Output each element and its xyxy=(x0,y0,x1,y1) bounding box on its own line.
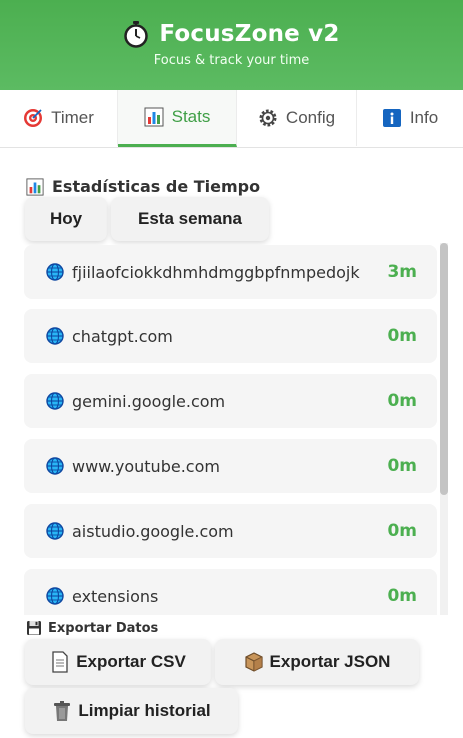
globe-icon xyxy=(46,392,64,410)
site-time: 3m xyxy=(387,262,417,282)
site-name: gemini.google.com xyxy=(72,391,226,411)
floppy-disk-icon xyxy=(27,621,41,635)
app-header: FocusZone v2 Focus & track your time xyxy=(0,0,463,90)
globe-icon xyxy=(46,457,64,475)
export-csv-button[interactable]: Exportar CSV xyxy=(25,639,211,685)
site-time: 0m xyxy=(387,521,417,541)
list-item: www.youtube.com 0m xyxy=(24,439,437,493)
list-item: chatgpt.com 0m xyxy=(24,309,437,363)
list-item: aistudio.google.com 0m xyxy=(24,504,437,558)
tab-timer-label: Timer xyxy=(51,108,94,127)
site-name: aistudio.google.com xyxy=(72,521,234,541)
document-icon xyxy=(52,651,68,673)
list-item: gemini.google.com 0m xyxy=(24,374,437,428)
tab-bar: Timer Stats Config Info xyxy=(0,90,463,148)
range-today-button[interactable]: Hoy xyxy=(25,197,107,241)
bar-chart-icon xyxy=(144,107,164,127)
site-time: 0m xyxy=(387,456,417,476)
stats-section-title: Estadísticas de Tiempo xyxy=(26,177,260,196)
list-item: fjiilaofciokkdhmhdmggbpfnmpedojk 3m xyxy=(24,245,437,299)
package-icon xyxy=(244,652,263,672)
site-name: extensions xyxy=(72,586,159,606)
tab-timer[interactable]: Timer xyxy=(0,90,118,146)
tab-stats[interactable]: Stats xyxy=(118,90,237,147)
tab-info[interactable]: Info xyxy=(357,90,463,146)
list-item: extensions 0m xyxy=(24,569,437,615)
trash-icon xyxy=(54,701,71,721)
info-icon xyxy=(382,109,401,127)
clear-history-label: Limpiar historial xyxy=(78,701,211,720)
app-subtitle: Focus & track your time xyxy=(153,53,310,68)
gear-icon xyxy=(259,109,277,127)
export-csv-label: Exportar CSV xyxy=(76,652,186,671)
export-json-label: Exportar JSON xyxy=(269,652,391,671)
stats-title-text: Estadísticas de Tiempo xyxy=(52,177,261,196)
range-week-label: Esta semana xyxy=(138,209,242,228)
target-icon xyxy=(24,109,43,127)
site-name: chatgpt.com xyxy=(72,326,173,346)
site-time: 0m xyxy=(387,391,417,411)
scrollbar-thumb[interactable] xyxy=(440,243,448,495)
globe-icon xyxy=(46,263,64,281)
list-scrollbar[interactable] xyxy=(440,243,448,615)
stopwatch-icon xyxy=(124,21,149,48)
globe-icon xyxy=(46,587,64,605)
range-week-button[interactable]: Esta semana xyxy=(111,197,269,241)
range-today-label: Hoy xyxy=(49,209,83,228)
export-json-button[interactable]: Exportar JSON xyxy=(215,639,419,685)
globe-icon xyxy=(46,522,64,540)
site-name: www.youtube.com xyxy=(72,456,220,476)
app-title: FocusZone v2 xyxy=(159,21,340,47)
tab-config-label: Config xyxy=(285,108,336,127)
export-section-title: Exportar Datos xyxy=(26,620,158,636)
site-name: fjiilaofciokkdhmhdmggbpfnmpedojk xyxy=(72,262,360,282)
site-time: 0m xyxy=(387,326,417,346)
tab-info-label: Info xyxy=(409,108,439,127)
site-time: 0m xyxy=(387,586,417,606)
clear-history-button[interactable]: Limpiar historial xyxy=(25,688,238,734)
export-title-text: Exportar Datos xyxy=(48,620,159,636)
tab-config[interactable]: Config xyxy=(237,90,357,146)
header-title-row: FocusZone v2 xyxy=(0,20,463,48)
tab-stats-label: Stats xyxy=(171,107,211,126)
globe-icon xyxy=(46,327,64,345)
site-time-list[interactable]: fjiilaofciokkdhmhdmggbpfnmpedojk 3m chat… xyxy=(24,243,449,615)
bar-chart-icon xyxy=(26,177,44,196)
